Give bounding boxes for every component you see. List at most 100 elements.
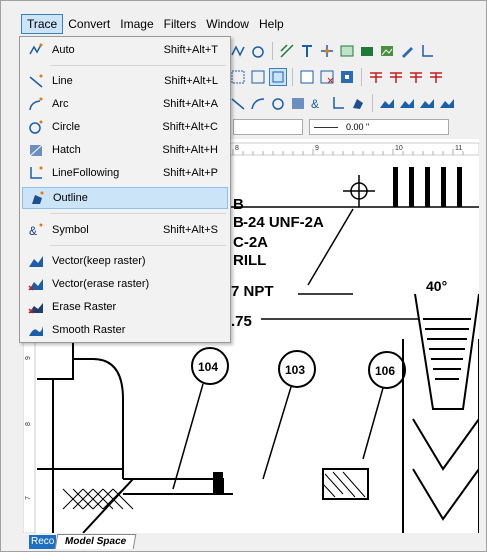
raster-select-icon[interactable] (367, 68, 385, 86)
select-all-icon[interactable] (298, 68, 316, 86)
ruler-tick-10: 10 (395, 145, 403, 152)
menu-item-vector-erase[interactable]: Vector(erase raster) (22, 273, 228, 295)
menu-item-label: Line (52, 75, 73, 87)
deselect-icon[interactable] (318, 68, 336, 86)
menu-item-outline[interactable]: Outline (22, 187, 228, 209)
menu-item-label: Auto (52, 44, 75, 56)
menu-item-label: Vector(erase raster) (52, 278, 150, 290)
menu-item-label: Hatch (52, 144, 81, 156)
svg-text:&: & (311, 97, 319, 111)
menu-window[interactable]: Window (201, 15, 254, 33)
menu-item-label: Vector(keep raster) (52, 255, 146, 267)
toolbar-separator (361, 68, 362, 86)
toolbar-separator (272, 42, 273, 60)
menu-item-shortcut: Shift+Alt+P (162, 167, 218, 179)
menu-item-label: Arc (52, 98, 69, 110)
balloon-103: 103 (285, 363, 305, 377)
value-text: 0.00 " (346, 122, 370, 132)
vector-erase-toolbar-icon[interactable] (398, 94, 416, 112)
balloon-104: 104 (198, 360, 218, 374)
group-tool-icon[interactable] (338, 42, 356, 60)
dimension-tool-icon[interactable] (278, 42, 296, 60)
raster-add-icon[interactable] (387, 68, 405, 86)
menu-item-circle[interactable]: Circle Shift+Alt+C (22, 116, 228, 138)
raster-toggle-icon[interactable] (427, 68, 445, 86)
menu-image[interactable]: Image (115, 15, 158, 33)
menu-item-auto[interactable]: Auto Shift+Alt+T (22, 39, 228, 61)
menu-item-smooth-raster[interactable]: Smooth Raster (22, 319, 228, 341)
svg-text:&: & (29, 224, 37, 238)
menu-item-arc[interactable]: Arc Shift+Alt+A (22, 93, 228, 115)
node-tool-icon[interactable] (318, 42, 336, 60)
text-tool-icon[interactable] (298, 42, 316, 60)
erase-raster-icon (26, 298, 46, 316)
select-cross-icon[interactable] (249, 68, 267, 86)
menu-item-label: Symbol (52, 224, 89, 236)
erase-raster-toolbar-icon[interactable] (418, 94, 436, 112)
polyline-tool-icon[interactable] (229, 42, 247, 60)
edit-tool-icon[interactable] (398, 42, 416, 60)
balloon-106: 106 (375, 364, 395, 378)
trace-follow-icon[interactable] (329, 94, 347, 112)
image-tool-icon[interactable] (378, 42, 396, 60)
menu-item-label: Smooth Raster (52, 324, 126, 336)
raster-remove-icon[interactable] (407, 68, 425, 86)
trace-arc-icon[interactable] (249, 94, 267, 112)
vector-keep-toolbar-icon[interactable] (378, 94, 396, 112)
ruler-left-7: 7 (25, 496, 32, 500)
menu-separator (50, 245, 226, 246)
ruler-tick-11: 11 (455, 145, 462, 152)
drawing-text-npt: 7 NPT (231, 283, 274, 300)
menu-item-symbol[interactable]: & Symbol Shift+Alt+S (22, 219, 228, 241)
trace-symbol-icon[interactable]: & (309, 94, 327, 112)
menu-convert[interactable]: Convert (63, 15, 115, 33)
menu-item-linefollowing[interactable]: LineFollowing Shift+Alt+P (22, 162, 228, 184)
drawing-text-075: .75 (231, 313, 252, 330)
trace-circle-icon[interactable] (269, 94, 287, 112)
menu-item-shortcut: Shift+Alt+L (164, 75, 218, 87)
menu-item-shortcut: Shift+Alt+A (162, 98, 218, 110)
menu-bar: Trace Convert Image Filters Window Help (21, 13, 289, 35)
drawing-text-40deg: 40° (426, 278, 447, 294)
trace-hatch-icon[interactable] (289, 94, 307, 112)
tab-model-space[interactable]: Model Space (55, 534, 137, 549)
circle-arc-tool-icon[interactable] (249, 42, 267, 60)
hatch-icon (26, 141, 46, 159)
drawing-text-unf: -24 UNF-2A (243, 214, 324, 231)
invert-select-icon[interactable] (338, 68, 356, 86)
trace-line-icon[interactable] (229, 94, 247, 112)
tab-record[interactable]: Reco (29, 535, 57, 549)
menu-separator (50, 213, 226, 214)
ruler-left-8: 8 (25, 422, 32, 426)
menu-filters[interactable]: Filters (159, 15, 202, 33)
menu-help[interactable]: Help (254, 15, 289, 33)
menu-item-label: Circle (52, 121, 81, 133)
select-window-icon[interactable] (229, 68, 247, 86)
coord-input[interactable] (233, 119, 303, 135)
smooth-raster-icon (26, 321, 46, 339)
menu-trace[interactable]: Trace (21, 14, 64, 34)
trace-outline-icon[interactable] (349, 94, 367, 112)
menu-item-shortcut: Shift+Alt+C (162, 121, 218, 133)
menu-item-vector-keep[interactable]: Vector(keep raster) (22, 250, 228, 272)
auto-trace-icon (26, 41, 46, 59)
ruler-tick-9: 9 (315, 145, 319, 152)
menu-item-line[interactable]: Line Shift+Alt+L (22, 70, 228, 92)
ruler-tick-8: 8 (235, 145, 239, 152)
layer-tool-icon[interactable] (358, 42, 376, 60)
menu-item-label: LineFollowing (52, 167, 120, 179)
smooth-raster-toolbar-icon[interactable] (438, 94, 456, 112)
toolbar-row-2 (229, 65, 478, 89)
menu-separator (50, 65, 226, 66)
arc-icon (26, 95, 46, 113)
select-fence-icon[interactable] (269, 68, 287, 86)
value-input[interactable]: 0.00 " (309, 119, 449, 135)
vector-keep-icon (26, 252, 46, 270)
menu-item-shortcut: Shift+Alt+T (163, 44, 218, 56)
menu-item-hatch[interactable]: Hatch Shift+Alt+H (22, 139, 228, 161)
toolbar-separator (372, 94, 373, 112)
app-window: Trace Convert Image Filters Window Help (0, 0, 487, 552)
menu-item-erase-raster[interactable]: Erase Raster (22, 296, 228, 318)
corner-tool-icon[interactable] (418, 42, 436, 60)
line-icon (26, 72, 46, 90)
